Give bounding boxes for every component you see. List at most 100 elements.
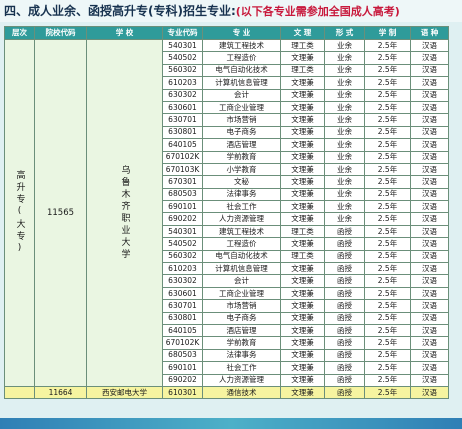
track-cell: 文理兼 bbox=[280, 162, 325, 177]
major-name-cell: 市场营销 bbox=[202, 113, 281, 127]
col-header-major-code: 专业代码 bbox=[162, 26, 203, 40]
study-form-cell: 业余 bbox=[324, 125, 365, 140]
major-code-cell: 630601 bbox=[162, 100, 203, 115]
major-name-cell: 会计 bbox=[202, 88, 281, 102]
language-cell: 汉语 bbox=[410, 200, 449, 214]
major-name-cell: 法律事务 bbox=[202, 348, 281, 363]
track-cell: 文理兼 bbox=[280, 262, 325, 276]
study-form-cell: 函授 bbox=[324, 262, 365, 276]
major-code-cell: 560302 bbox=[162, 249, 203, 264]
study-form-cell: 业余 bbox=[324, 162, 365, 177]
duration-cell: 2.5年 bbox=[364, 76, 411, 90]
major-name-cell: 酒店管理 bbox=[202, 138, 281, 152]
duration-cell: 2.5年 bbox=[364, 38, 411, 53]
major-code-cell: 640105 bbox=[162, 323, 203, 338]
major-name-cell: 建筑工程技术 bbox=[202, 224, 281, 239]
major-name-cell: 计算机信息管理 bbox=[202, 262, 281, 276]
col-header-language: 语 种 bbox=[410, 26, 449, 40]
track-cell: 文理兼 bbox=[280, 200, 325, 214]
major-name-cell: 工商企业管理 bbox=[202, 286, 281, 301]
language-cell: 汉语 bbox=[410, 125, 449, 140]
duration-cell: 2.5年 bbox=[364, 262, 411, 276]
track-cell: 文理兼 bbox=[280, 373, 325, 387]
study-form-cell: 业余 bbox=[324, 76, 365, 90]
language-cell: 汉语 bbox=[410, 373, 449, 387]
language-cell: 汉语 bbox=[410, 348, 449, 363]
track-cell: 文理兼 bbox=[280, 212, 325, 226]
duration-cell: 2.5年 bbox=[364, 150, 411, 164]
major-code-cell: 680503 bbox=[162, 187, 203, 202]
major-name-cell: 法律事务 bbox=[202, 187, 281, 202]
track-cell: 文理兼 bbox=[280, 237, 325, 251]
study-form-cell: 业余 bbox=[324, 51, 365, 65]
major-code-cell: 540502 bbox=[162, 51, 203, 65]
major-code-cell: 610203 bbox=[162, 76, 203, 90]
duration-cell: 2.5年 bbox=[364, 249, 411, 264]
study-form-cell: 函授 bbox=[324, 323, 365, 338]
level-cell: 高升专(大专) bbox=[4, 39, 35, 387]
language-cell: 汉语 bbox=[410, 100, 449, 115]
track-cell: 理工类 bbox=[280, 249, 325, 264]
language-cell: 汉语 bbox=[410, 38, 449, 53]
major-name-cell: 工程造价 bbox=[202, 51, 281, 65]
major-code-cell: 690101 bbox=[162, 361, 203, 375]
duration-cell: 2.5年 bbox=[364, 125, 411, 140]
language-cell: 汉语 bbox=[410, 113, 449, 127]
track-cell: 理工类 bbox=[280, 38, 325, 53]
duration-cell: 2.5年 bbox=[364, 274, 411, 288]
major-name-cell: 学前教育 bbox=[202, 150, 281, 164]
duration-cell: 2.5年 bbox=[364, 286, 411, 301]
duration-cell: 2.5年 bbox=[364, 138, 411, 152]
major-code-cell: 690101 bbox=[162, 200, 203, 214]
duration-cell: 2.5年 bbox=[364, 336, 411, 350]
language-cell: 汉语 bbox=[410, 63, 449, 78]
language-cell: 汉语 bbox=[410, 138, 449, 152]
major-name-cell: 文秘 bbox=[202, 175, 281, 189]
page-heading: 四、成人业余、函授高升专(专科)招生专业:(以下各专业需参加全国成人高考) bbox=[0, 0, 462, 22]
col-header-major: 专 业 bbox=[202, 26, 281, 40]
track-cell: 理工类 bbox=[280, 63, 325, 78]
track-cell: 文理兼 bbox=[280, 323, 325, 338]
major-name-cell: 计算机信息管理 bbox=[202, 76, 281, 90]
heading-note: (以下各专业需参加全国成人高考) bbox=[235, 5, 400, 18]
language-cell: 汉语 bbox=[410, 249, 449, 264]
major-name-cell: 人力资源管理 bbox=[202, 212, 281, 226]
major-code-cell: 540301 bbox=[162, 224, 203, 239]
language-cell: 汉语 bbox=[410, 311, 449, 326]
language-cell: 汉语 bbox=[410, 274, 449, 288]
language-cell: 汉语 bbox=[410, 162, 449, 177]
major-code-cell: 630701 bbox=[162, 113, 203, 127]
language-cell: 汉语 bbox=[410, 323, 449, 338]
track-cell: 文理兼 bbox=[280, 100, 325, 115]
duration-cell: 2.5年 bbox=[364, 63, 411, 78]
duration-cell: 2.5年 bbox=[364, 187, 411, 202]
duration-cell: 2.5年 bbox=[364, 212, 411, 226]
duration-cell: 2.5年 bbox=[364, 385, 411, 400]
track-cell: 文理兼 bbox=[280, 76, 325, 90]
major-code-cell: 630302 bbox=[162, 88, 203, 102]
major-code-cell: 560302 bbox=[162, 63, 203, 78]
language-cell: 汉语 bbox=[410, 262, 449, 276]
language-cell: 汉语 bbox=[410, 299, 449, 313]
table-row-highlight: 11664 西安邮电大学 610301 通信技术 文理兼 函授 2.5年 汉语 bbox=[4, 385, 449, 400]
major-name-cell: 工程造价 bbox=[202, 237, 281, 251]
major-name-cell: 工商企业管理 bbox=[202, 100, 281, 115]
language-cell: 汉语 bbox=[410, 175, 449, 189]
major-name-cell: 会计 bbox=[202, 274, 281, 288]
level-cell-empty bbox=[4, 385, 35, 400]
track-cell: 文理兼 bbox=[280, 125, 325, 140]
major-name-cell: 电子商务 bbox=[202, 311, 281, 326]
study-form-cell: 函授 bbox=[324, 385, 365, 400]
study-form-cell: 函授 bbox=[324, 311, 365, 326]
table-header-row: 层次 院校代码 学 校 专业代码 专 业 文 理 形 式 学 制 语 种 bbox=[4, 26, 449, 40]
track-cell: 文理兼 bbox=[280, 274, 325, 288]
enrollment-table: 层次 院校代码 学 校 专业代码 专 业 文 理 形 式 学 制 语 种 高升专… bbox=[4, 26, 449, 400]
study-form-cell: 函授 bbox=[324, 249, 365, 264]
duration-cell: 2.5年 bbox=[364, 361, 411, 375]
study-form-cell: 业余 bbox=[324, 138, 365, 152]
language-cell: 汉语 bbox=[410, 224, 449, 239]
track-cell: 文理兼 bbox=[280, 88, 325, 102]
track-cell: 理工类 bbox=[280, 224, 325, 239]
major-code-cell: 540301 bbox=[162, 38, 203, 53]
duration-cell: 2.5年 bbox=[364, 224, 411, 239]
